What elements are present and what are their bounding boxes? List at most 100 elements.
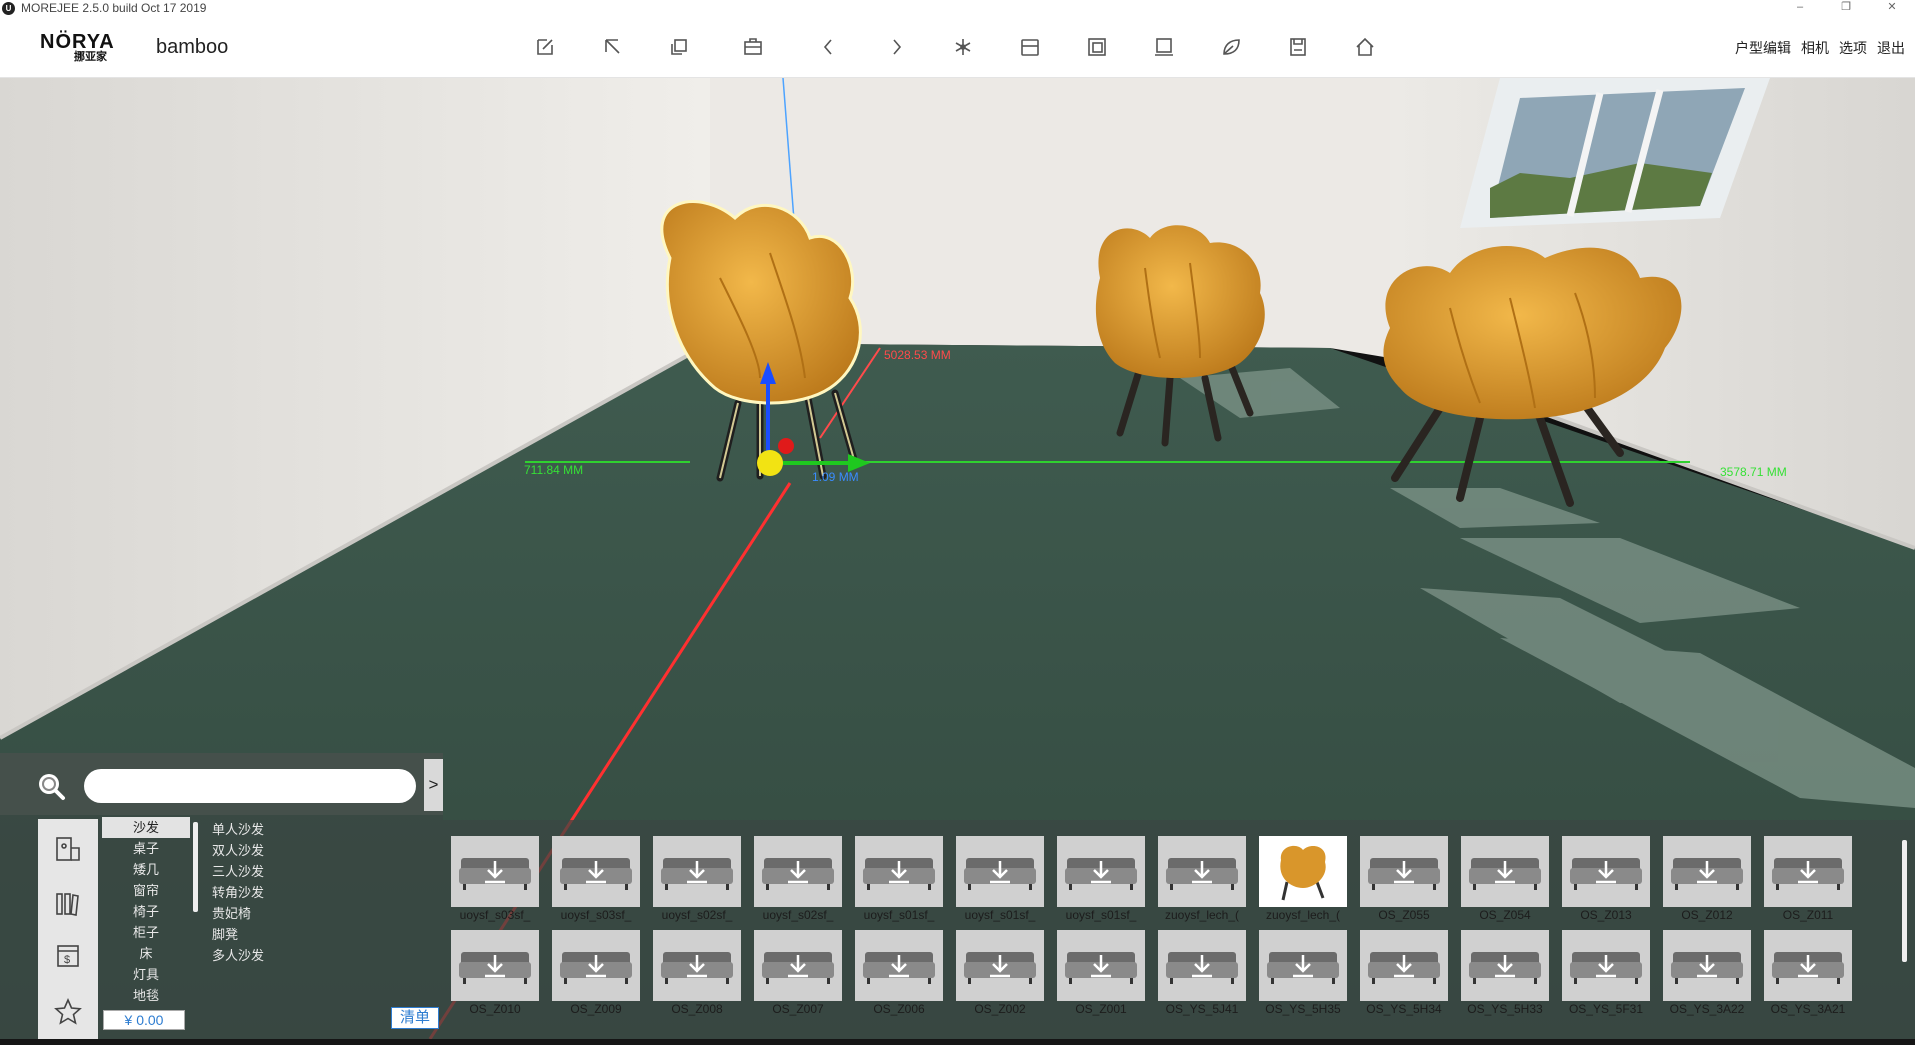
product-tile[interactable]: zuoysf_lech_( xyxy=(1158,836,1246,924)
leaf-icon[interactable] xyxy=(1216,32,1246,62)
restore-icon[interactable]: ❐ xyxy=(1823,0,1869,16)
product-tile[interactable]: OS_Z002 xyxy=(956,930,1044,1018)
product-thumbnail[interactable] xyxy=(451,930,539,1001)
product-thumbnail[interactable] xyxy=(956,930,1044,1001)
product-thumbnail[interactable] xyxy=(1158,930,1246,1001)
product-tile[interactable]: OS_YS_5H35 xyxy=(1259,930,1347,1018)
product-tile[interactable]: OS_Z009 xyxy=(552,930,640,1018)
briefcase-icon[interactable] xyxy=(738,32,768,62)
product-thumbnail[interactable] xyxy=(1461,836,1549,907)
subcategory-item[interactable]: 单人沙发 xyxy=(212,819,302,840)
subcategory-item[interactable]: 转角沙发 xyxy=(212,882,302,903)
subcategory-item[interactable]: 三人沙发 xyxy=(212,861,302,882)
product-scrollbar[interactable] xyxy=(1902,840,1907,962)
product-tile[interactable]: OS_Z006 xyxy=(855,930,943,1018)
product-tile[interactable]: OS_YS_3A22 xyxy=(1663,930,1751,1018)
product-tile[interactable]: OS_Z001 xyxy=(1057,930,1145,1018)
product-tile[interactable]: OS_YS_5F31 xyxy=(1562,930,1650,1018)
category-item-lamp[interactable]: 灯具 xyxy=(102,964,190,985)
select-arrow-icon[interactable] xyxy=(597,32,627,62)
product-tile[interactable]: uoysf_s03sf_ xyxy=(451,836,539,924)
product-tile[interactable]: OS_Z012 xyxy=(1663,836,1751,924)
product-thumbnail[interactable] xyxy=(1057,836,1145,907)
menu-exit[interactable]: 退出 xyxy=(1877,38,1905,58)
item-list-button[interactable]: 清单 xyxy=(391,1007,439,1029)
redo-icon[interactable] xyxy=(881,32,911,62)
product-tile[interactable]: uoysf_s03sf_ xyxy=(552,836,640,924)
category-item-coffee-table[interactable]: 矮几 xyxy=(102,859,190,880)
product-thumbnail[interactable] xyxy=(451,836,539,907)
undo-icon[interactable] xyxy=(814,32,844,62)
search-input[interactable] xyxy=(84,769,416,803)
save-icon[interactable] xyxy=(1283,32,1313,62)
category-item-chair[interactable]: 椅子 xyxy=(102,901,190,922)
subcategory-item[interactable]: 脚凳 xyxy=(212,924,302,945)
product-tile[interactable]: zuoysf_lech_( xyxy=(1259,836,1347,924)
product-tile[interactable]: OS_YS_5H34 xyxy=(1360,930,1448,1018)
expand-panel-button[interactable]: > xyxy=(424,759,443,811)
category-item-bed[interactable]: 床 xyxy=(102,943,190,964)
menu-camera[interactable]: 相机 xyxy=(1801,38,1829,58)
close-icon[interactable]: ✕ xyxy=(1869,0,1915,16)
product-thumbnail[interactable] xyxy=(1764,930,1852,1001)
product-thumbnail[interactable] xyxy=(653,836,741,907)
product-thumbnail[interactable] xyxy=(1057,930,1145,1001)
product-thumbnail[interactable] xyxy=(1562,836,1650,907)
library-icon[interactable] xyxy=(53,889,83,919)
menu-options[interactable]: 选项 xyxy=(1839,38,1867,58)
product-thumbnail[interactable] xyxy=(1259,836,1347,907)
favorite-star-icon[interactable] xyxy=(53,997,83,1027)
product-thumbnail[interactable] xyxy=(754,930,842,1001)
room-model-icon[interactable] xyxy=(53,834,83,864)
product-thumbnail[interactable] xyxy=(754,836,842,907)
product-thumbnail[interactable] xyxy=(956,836,1044,907)
product-thumbnail[interactable] xyxy=(1259,930,1347,1001)
product-tile[interactable]: OS_YS_5J41 xyxy=(1158,930,1246,1018)
subcategory-item[interactable]: 多人沙发 xyxy=(212,945,302,966)
product-tile[interactable]: uoysf_s01sf_ xyxy=(855,836,943,924)
product-tile[interactable]: uoysf_s02sf_ xyxy=(754,836,842,924)
product-thumbnail[interactable] xyxy=(1663,930,1751,1001)
cabinet-icon[interactable] xyxy=(1015,32,1045,62)
product-thumbnail[interactable] xyxy=(1158,836,1246,907)
category-item-cabinet[interactable]: 柜子 xyxy=(102,922,190,943)
product-tile[interactable]: uoysf_s02sf_ xyxy=(653,836,741,924)
product-tile[interactable]: OS_Z054 xyxy=(1461,836,1549,924)
menu-floorplan-edit[interactable]: 户型编辑 xyxy=(1735,38,1791,58)
category-item-table[interactable]: 桌子 xyxy=(102,838,190,859)
product-tile[interactable]: OS_Z007 xyxy=(754,930,842,1018)
product-thumbnail[interactable] xyxy=(552,930,640,1001)
product-tile[interactable]: OS_Z010 xyxy=(451,930,539,1018)
snowflake-icon[interactable] xyxy=(948,32,978,62)
edit-icon[interactable] xyxy=(530,32,560,62)
product-tile[interactable]: OS_Z011 xyxy=(1764,836,1852,924)
layers-icon[interactable] xyxy=(1082,32,1112,62)
subcategory-item[interactable]: 贵妃椅 xyxy=(212,903,302,924)
category-item-carpet[interactable]: 地毯 xyxy=(102,985,190,1006)
product-thumbnail[interactable] xyxy=(855,836,943,907)
search-icon[interactable] xyxy=(36,771,66,801)
product-tile[interactable]: uoysf_s01sf_ xyxy=(1057,836,1145,924)
product-tile[interactable]: OS_Z055 xyxy=(1360,836,1448,924)
category-item-curtain[interactable]: 窗帘 xyxy=(102,880,190,901)
product-thumbnail[interactable] xyxy=(1360,836,1448,907)
product-thumbnail[interactable] xyxy=(1663,836,1751,907)
product-tile[interactable]: OS_YS_3A21 xyxy=(1764,930,1852,1018)
price-tag-icon[interactable]: $ xyxy=(53,941,83,971)
home-icon[interactable] xyxy=(1350,32,1380,62)
product-thumbnail[interactable] xyxy=(653,930,741,1001)
product-tile[interactable]: uoysf_s01sf_ xyxy=(956,836,1044,924)
category-item-sofa[interactable]: 沙发 xyxy=(102,817,190,838)
product-thumbnail[interactable] xyxy=(1764,836,1852,907)
panel-icon[interactable] xyxy=(1149,32,1179,62)
product-thumbnail[interactable] xyxy=(1461,930,1549,1001)
product-tile[interactable]: OS_Z008 xyxy=(653,930,741,1018)
minimize-icon[interactable]: – xyxy=(1777,0,1823,16)
category-scrollbar[interactable] xyxy=(193,822,198,912)
product-thumbnail[interactable] xyxy=(1562,930,1650,1001)
product-thumbnail[interactable] xyxy=(855,930,943,1001)
copy-icon[interactable] xyxy=(664,32,694,62)
subcategory-item[interactable]: 双人沙发 xyxy=(212,840,302,861)
product-thumbnail[interactable] xyxy=(1360,930,1448,1001)
product-tile[interactable]: OS_Z013 xyxy=(1562,836,1650,924)
